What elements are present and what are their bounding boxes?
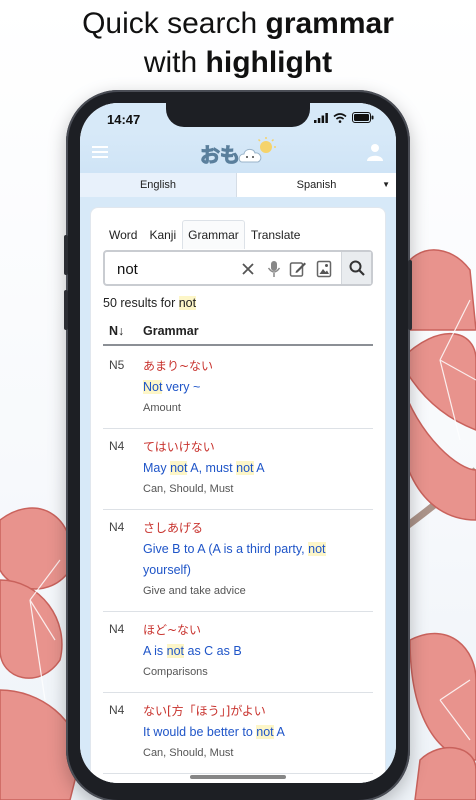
grammar-category: Can, Should, Must [143,483,234,495]
grammar-pattern: さしあげる [143,521,204,535]
jlpt-level: N4 [109,520,125,534]
grammar-pattern: はずがない [143,782,373,783]
grammar-row[interactable]: N4 てはいけない May not A, must not A Can, Should… [103,429,373,510]
highlighted-term: not [170,461,188,475]
tab-translate[interactable]: Translate [245,220,307,249]
jlpt-level: N4 [109,622,125,636]
grammar-meaning: May not A, must not A [143,458,373,479]
tab-grammar[interactable]: Grammar [182,220,245,249]
highlighted-term: not [166,644,185,658]
phone-side-button [64,290,68,330]
edit-icon[interactable] [289,260,307,278]
highlighted-term: not [236,461,254,475]
mic-icon[interactable] [265,260,283,278]
meaning-text: yourself) [143,563,191,577]
highlighted-term: Not [143,380,163,394]
language-dropdown-value: Spanish [296,179,337,191]
grammar-column-header: Grammar [143,324,199,338]
grammar-pattern: あまり~ない [143,359,214,373]
grammar-row[interactable]: N4 さしあげる Give B to A (A is a third party, … [103,510,373,612]
phone-side-button [408,260,412,330]
wifi-icon [333,112,347,123]
phone-side-button [64,235,68,275]
phone-notch [166,103,310,127]
battery-icon [352,112,374,123]
grammar-category: Amount [143,402,181,414]
meaning-text: very ~ [162,380,201,394]
meaning-text: Give B to A (A is a third party, [143,542,309,556]
meaning-text: as C as B [184,644,242,658]
signal-icon [314,112,328,123]
grammar-meaning: A is not as C as B [143,641,373,662]
search-tabs: Word Kanji Grammar Translate [103,220,306,249]
grammar-row[interactable]: N4 ない[方「ほう」]がよい It would be better to not … [103,693,373,774]
jlpt-level: N4 [109,703,125,717]
meaning-text: A [273,725,285,739]
grammar-pattern: ほど~ない [143,623,202,637]
grammar-category: Give and take advice [143,585,246,597]
grammar-pattern: ない[方「ほう」]がよい [143,704,266,718]
level-sort-header[interactable]: N↓ [109,324,124,338]
language-dropdown[interactable]: Spanish ▼ [236,173,396,197]
results-table-header: N↓ Grammar [103,318,373,346]
app-logo: おも [198,136,278,170]
dropdown-arrow-icon: ▼ [382,180,390,189]
grammar-row[interactable]: N5 あまり~ない Not very ~ Amount [103,348,373,429]
meaning-text: A, must [187,461,237,475]
meaning-text: May [143,461,171,475]
grammar-pattern: てはいけない [143,440,215,454]
grammar-meaning: Give B to A (A is a third party, not you… [143,539,373,581]
phone-screen: 14:47 おも English Spanish ▼ Word Kanji Gra [80,103,396,783]
grammar-category: Can, Should, Must [143,747,234,759]
search-box [103,250,373,286]
search-input[interactable] [117,259,237,279]
tab-word[interactable]: Word [103,220,143,249]
highlighted-term: not [256,725,274,739]
app-header: おも [80,133,396,173]
status-icons [314,112,374,123]
status-time: 14:47 [107,112,141,127]
meaning-text: A [253,461,265,475]
results-count: 50 results for not [103,296,197,310]
grammar-meaning: It would be better to not A [143,722,373,743]
meaning-text: A is [143,644,167,658]
language-english[interactable]: English [80,173,236,197]
language-selector-bar: English Spanish ▼ [80,173,396,197]
home-indicator [190,775,286,779]
search-card: WordKanjiGrammarTranslate 50 results for… [90,207,386,783]
tab-kanji[interactable]: Kanji [143,220,182,249]
grammar-row[interactable]: N4 ほど~ない A is not as C as B Comparisons [103,612,373,693]
results-list: N5 あまり~ない Not very ~ Amount N4 てはいけない May not … [103,348,373,783]
jlpt-level: N4 [109,439,125,453]
grammar-category: Comparisons [143,666,208,678]
search-button[interactable] [341,252,371,284]
image-icon[interactable] [315,260,333,278]
app-logo-text: おも [200,143,241,168]
clear-icon[interactable] [239,260,257,278]
user-icon[interactable] [367,143,383,161]
search-icon [349,260,365,276]
highlighted-term: not [308,542,326,556]
menu-icon[interactable] [92,145,108,159]
results-term: not [178,296,197,310]
results-count-prefix: 50 results for [103,296,179,310]
grammar-meaning: Not very ~ [143,377,373,398]
meaning-text: It would be better to [143,725,257,739]
jlpt-level: N5 [109,358,125,372]
